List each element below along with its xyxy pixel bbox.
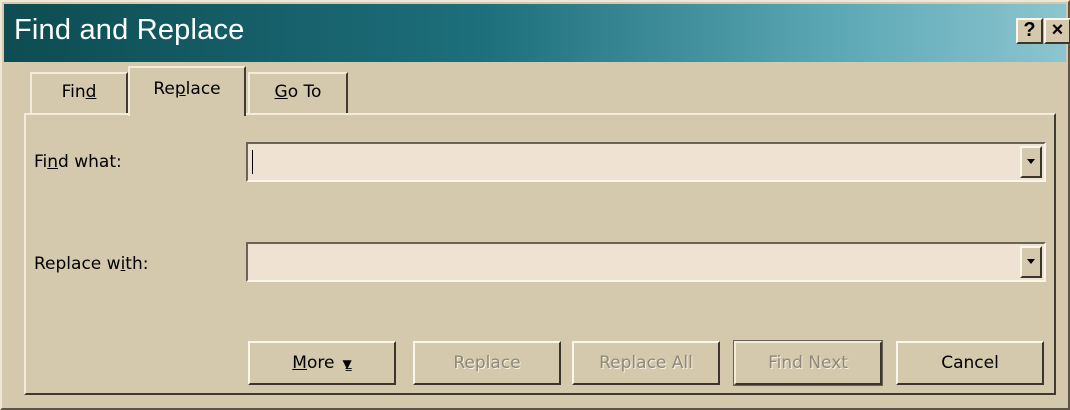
text-cursor xyxy=(252,150,253,174)
close-button[interactable]: × xyxy=(1044,18,1070,44)
dialog-title: Find and Replace xyxy=(14,14,245,46)
find-next-button[interactable]: Find Next xyxy=(733,340,883,386)
replace-with-dropdown-button[interactable] xyxy=(1020,246,1042,278)
help-button[interactable]: ? xyxy=(1016,18,1043,44)
replace-button[interactable]: Replace xyxy=(413,341,561,385)
replace-with-label: Replace with: xyxy=(34,254,149,274)
double-chevron-down-icon: ▼̳ xyxy=(342,357,352,371)
replace-with-combobox[interactable] xyxy=(246,242,1046,282)
tab-replace[interactable]: Replace xyxy=(128,66,246,116)
tab-find[interactable]: Find xyxy=(30,72,128,114)
more-button[interactable]: More ▼̳ xyxy=(248,341,396,385)
tab-go-to[interactable]: Go To xyxy=(248,72,348,114)
find-what-label: Find what: xyxy=(34,152,122,172)
replace-with-input[interactable] xyxy=(250,246,1014,278)
find-what-input[interactable] xyxy=(250,146,1014,178)
replace-all-button[interactable]: Replace All xyxy=(572,341,720,385)
chevron-down-icon xyxy=(1027,159,1035,164)
chevron-down-icon xyxy=(1027,259,1035,264)
cancel-button[interactable]: Cancel xyxy=(896,341,1044,385)
find-what-combobox[interactable] xyxy=(246,142,1046,182)
find-what-dropdown-button[interactable] xyxy=(1020,146,1042,178)
title-bar[interactable]: Find and Replace ? × xyxy=(4,4,1070,62)
